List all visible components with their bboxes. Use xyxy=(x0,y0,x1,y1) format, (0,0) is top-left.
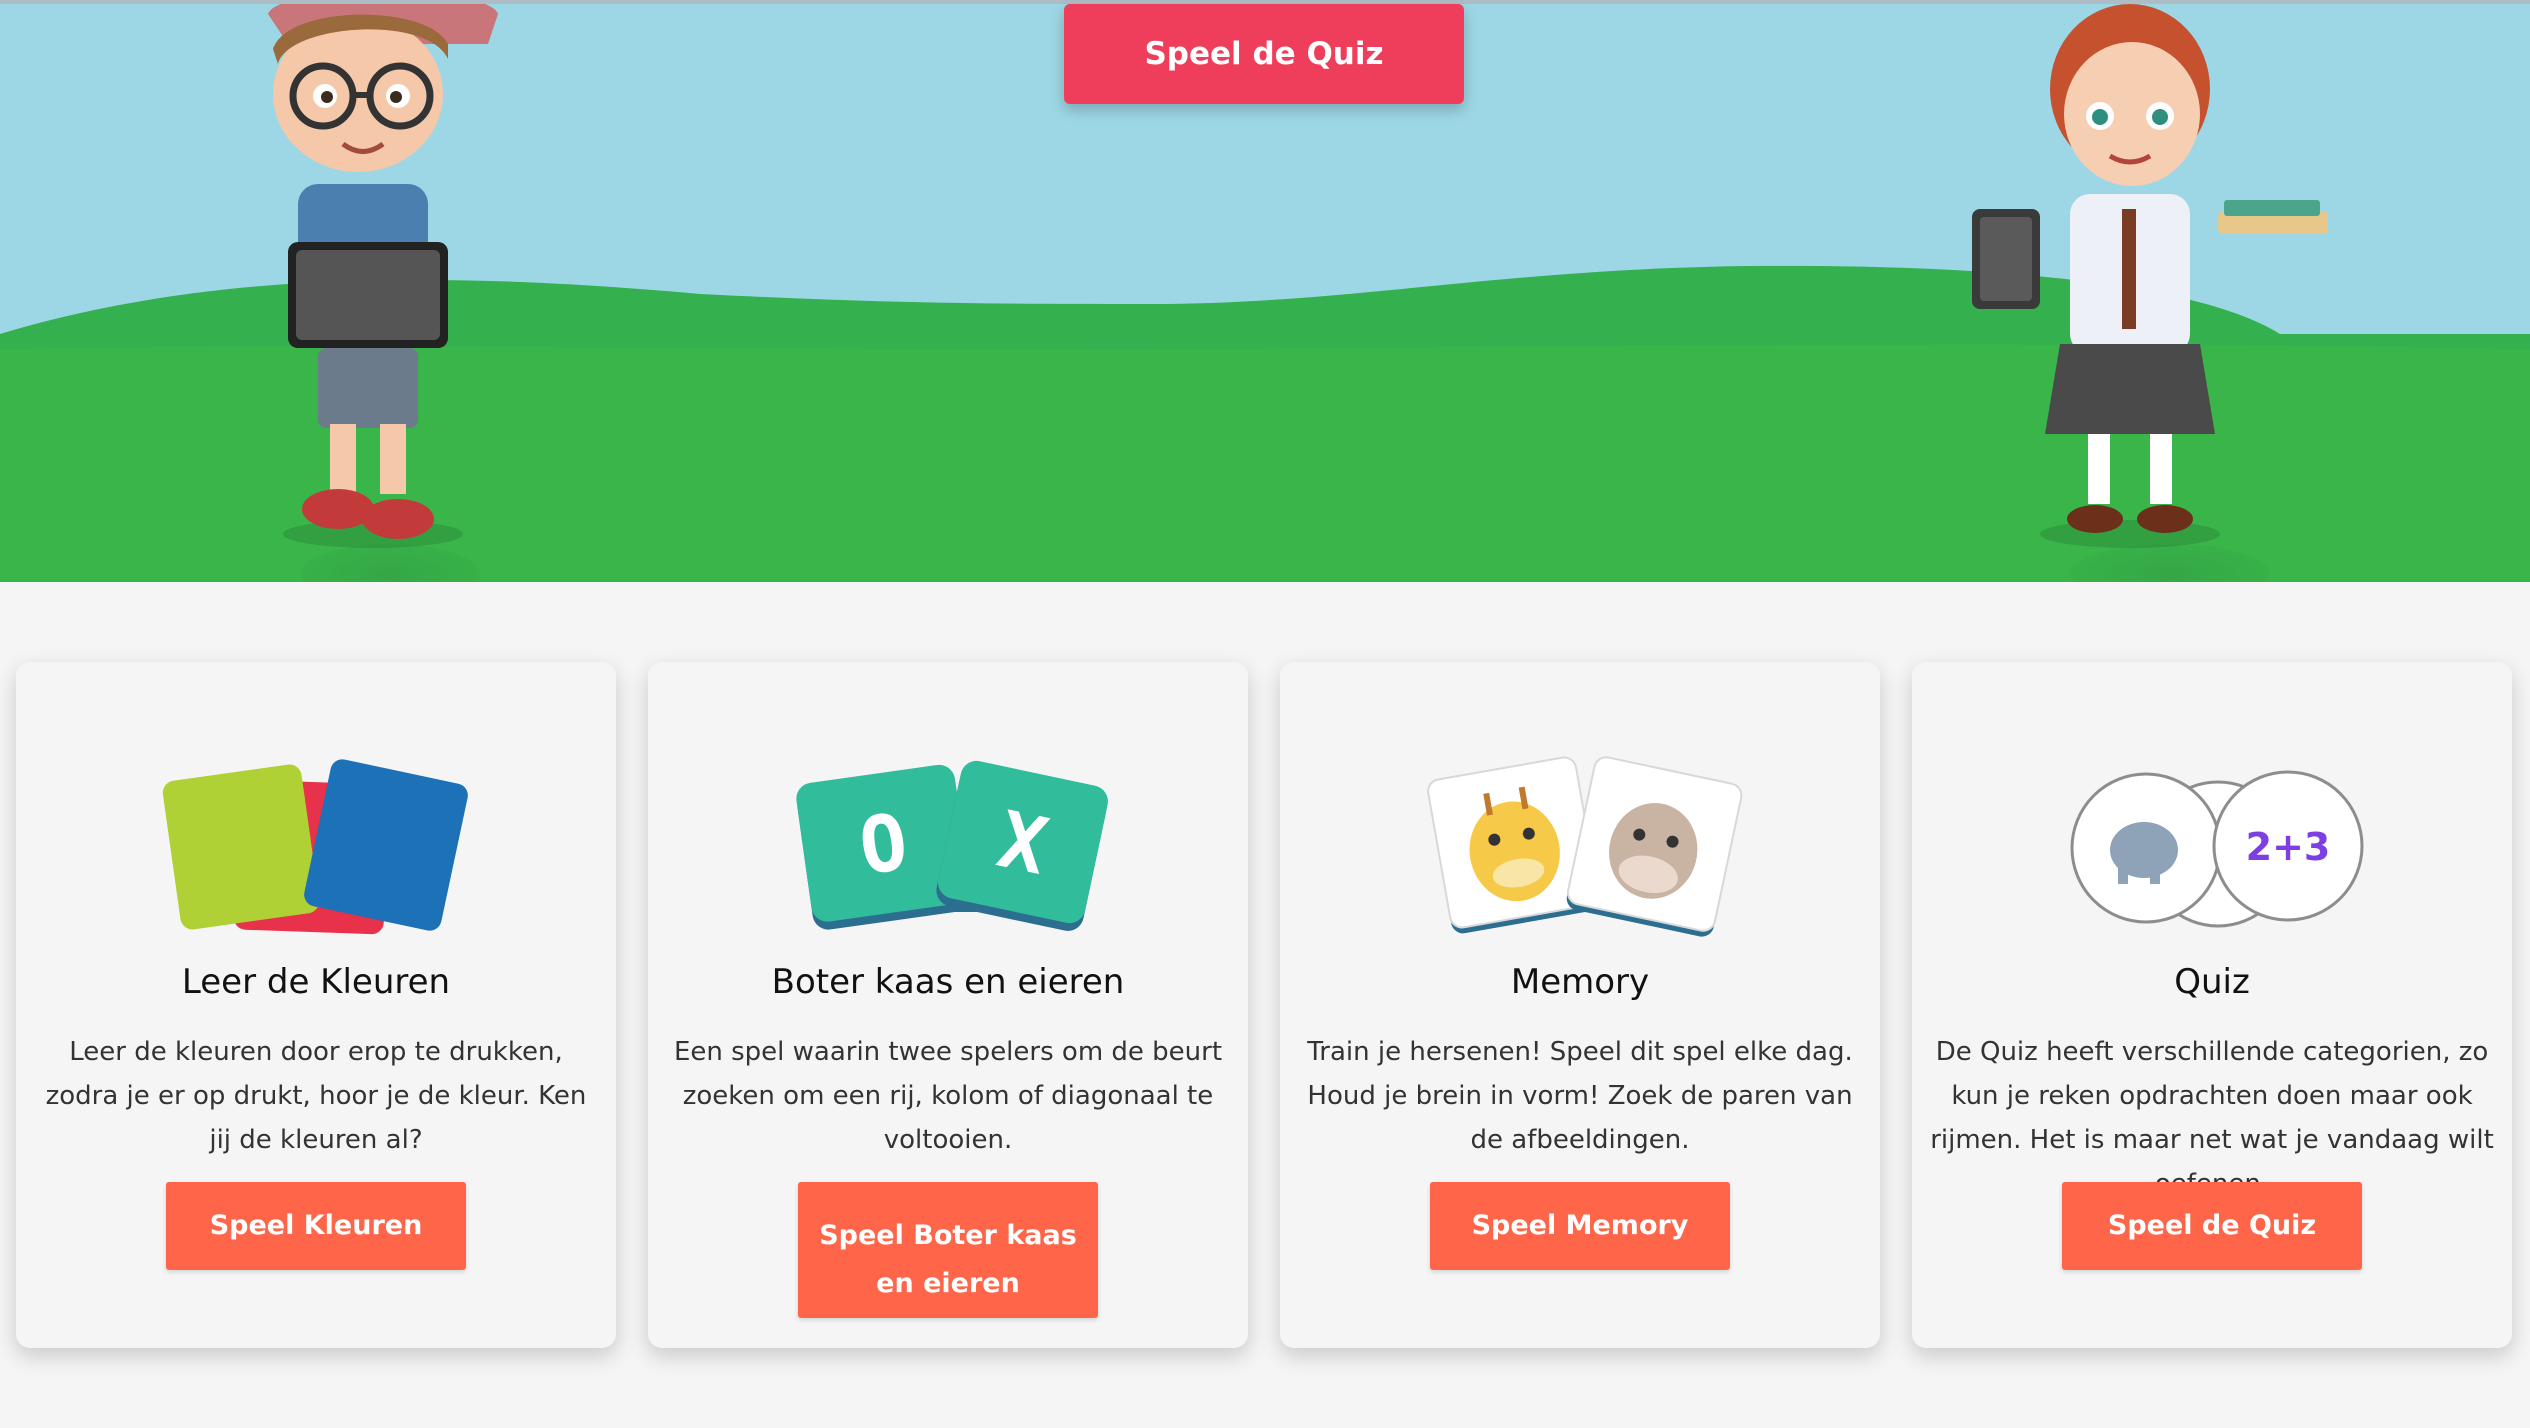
play-memory-button[interactable]: Speel Memory xyxy=(1430,1182,1730,1270)
card-memory: Memory Train je hersenen! Speel dit spel… xyxy=(1280,662,1880,1348)
card-description: Leer de kleuren door erop te drukken, zo… xyxy=(45,1037,587,1155)
card-quiz: 2+3 Quiz De Quiz heeft verschillende cat… xyxy=(1912,662,2512,1348)
card-description: Train je hersenen! Speel dit spel elke d… xyxy=(1307,1037,1853,1155)
game-cards: Leer de Kleuren Leer de kleuren door ero… xyxy=(16,662,2516,1348)
play-colors-button[interactable]: Speel Kleuren xyxy=(166,1182,466,1270)
boy-character-illustration xyxy=(268,4,498,548)
card-title: Leer de Kleuren xyxy=(181,962,451,1002)
card-title: Boter kaas en eieren xyxy=(771,962,1125,1002)
card-title: Memory xyxy=(1510,962,1650,1002)
card-title: Quiz xyxy=(2174,962,2250,1002)
memory-cards-icon xyxy=(1280,732,1880,952)
color-cards-icon xyxy=(16,732,616,952)
play-tic-tac-toe-button[interactable]: Speel Boter kaas en eieren xyxy=(798,1182,1098,1318)
card-description: Een spel waarin twee spelers om de beurt… xyxy=(673,1037,1223,1155)
quiz-circles-icon: 2+3 xyxy=(1912,732,2512,952)
quiz-badge-text: 2+3 xyxy=(2246,825,2331,869)
card-description: De Quiz heeft verschillende categorien, … xyxy=(1930,1037,2494,1199)
hero-quiz-button[interactable]: Speel de Quiz xyxy=(1064,4,1464,104)
tic-tac-toe-icon: O X xyxy=(648,732,1248,952)
card-tic-tac-toe: O X Boter kaas en eieren Een spel waarin… xyxy=(648,662,1248,1348)
girl-character-illustration xyxy=(1972,4,2328,548)
card-colors: Leer de Kleuren Leer de kleuren door ero… xyxy=(16,662,616,1348)
play-quiz-button[interactable]: Speel de Quiz xyxy=(2062,1182,2362,1270)
